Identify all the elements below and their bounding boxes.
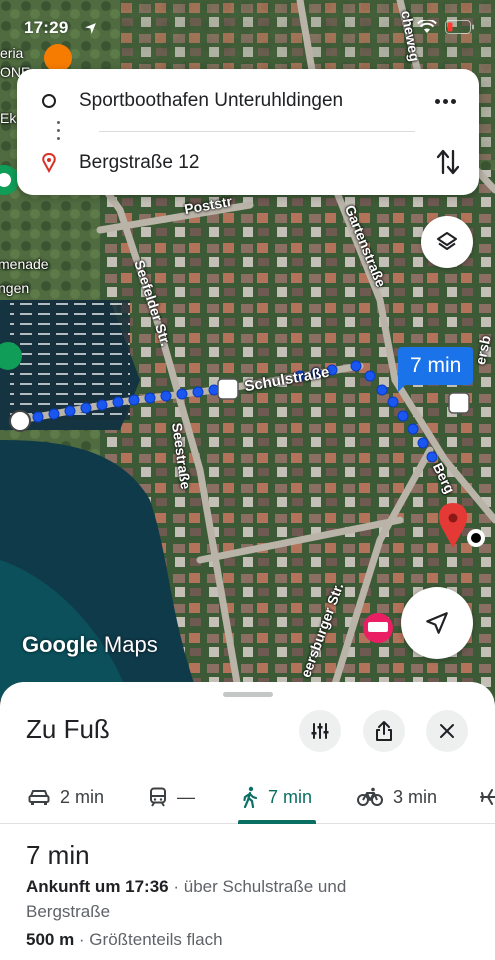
train-icon (150, 787, 166, 807)
logo-google: Google (22, 632, 98, 657)
distance-terrain: · Größtenteils flach (74, 930, 223, 949)
swap-icon[interactable] (435, 147, 461, 177)
route-card: Sportboothafen Unteruhldingen Bergstraße… (17, 69, 479, 195)
arrival-via-2: Bergstraße (26, 902, 111, 921)
map-label-promenade: menade (0, 256, 49, 272)
tab-drive[interactable]: 2 min (28, 770, 104, 824)
layers-icon (437, 232, 457, 250)
destination-row[interactable]: Bergstraße 12 (17, 135, 479, 191)
battery-icon (445, 20, 474, 34)
bottom-sheet: Zu Fuß 2 min — 7 min 3 min 7 min Ankunft… (0, 682, 495, 960)
distance-value: 500 m (26, 930, 75, 949)
origin-circle-icon (42, 94, 56, 108)
status-bar: 17:29 (0, 0, 495, 44)
share-button[interactable] (363, 710, 405, 752)
arrival-time: Ankunft um 17:36 (26, 877, 169, 896)
sheet-title: Zu Fuß (26, 714, 110, 744)
origin-row[interactable]: Sportboothafen Unteruhldingen (17, 73, 479, 129)
navigation-arrow-icon (426, 612, 448, 634)
tab-drive-label: 2 min (60, 786, 105, 807)
destination-pin-icon (42, 153, 56, 173)
close-button[interactable] (426, 710, 468, 752)
car-icon (28, 790, 50, 805)
map-label-top-left: eria (0, 45, 24, 61)
sheet-drag-handle[interactable] (223, 692, 273, 697)
destination-text: Bergstraße 12 (79, 152, 200, 173)
screen: Poststr Gartenstraße Seefelder Str. Schu… (0, 0, 495, 960)
arrival-via: · über Schulstraße und (168, 877, 347, 896)
tab-transit[interactable]: — (149, 770, 195, 824)
tab-transit-label: — (177, 786, 195, 807)
tab-bike[interactable]: 3 min (357, 770, 437, 824)
logo-maps: Maps (103, 632, 158, 657)
share-icon (376, 721, 392, 741)
map-label-top-left-3: Ek (0, 110, 17, 126)
status-icons (417, 20, 475, 34)
map-label-promenade-2: ngen (0, 280, 30, 296)
plane-icon (480, 789, 495, 805)
tab-walk[interactable]: 7 min (242, 770, 312, 824)
summary-distance: 500 m · Größtenteils flach (26, 927, 466, 952)
route-time-bubble-tail (398, 380, 410, 392)
active-tab-indicator (238, 820, 316, 824)
route-options-button[interactable] (299, 710, 341, 752)
navigate-button[interactable] (401, 587, 473, 659)
tune-icon (311, 723, 329, 739)
layers-button[interactable] (421, 216, 473, 268)
walk-icon (243, 786, 258, 808)
bike-icon (357, 787, 383, 806)
origin-text: Sportboothafen Unteruhldingen (79, 90, 344, 111)
status-time: 17:29 (24, 18, 69, 37)
tab-bike-label: 3 min (393, 786, 438, 807)
tab-flight[interactable] (480, 770, 495, 824)
tab-walk-label: 7 min (268, 786, 313, 807)
more-options-button[interactable] (431, 87, 459, 115)
summary-duration: 7 min (26, 840, 90, 870)
summary-arrival: Ankunft um 17:36 · über Schulstraße und … (26, 874, 466, 924)
travel-mode-tabs: 2 min — 7 min 3 min (0, 770, 495, 824)
location-arrow-icon (85, 23, 96, 34)
route-divider (99, 131, 415, 132)
wifi-icon (417, 20, 437, 33)
google-maps-logo: Google Maps (22, 632, 158, 658)
close-icon (440, 724, 454, 738)
